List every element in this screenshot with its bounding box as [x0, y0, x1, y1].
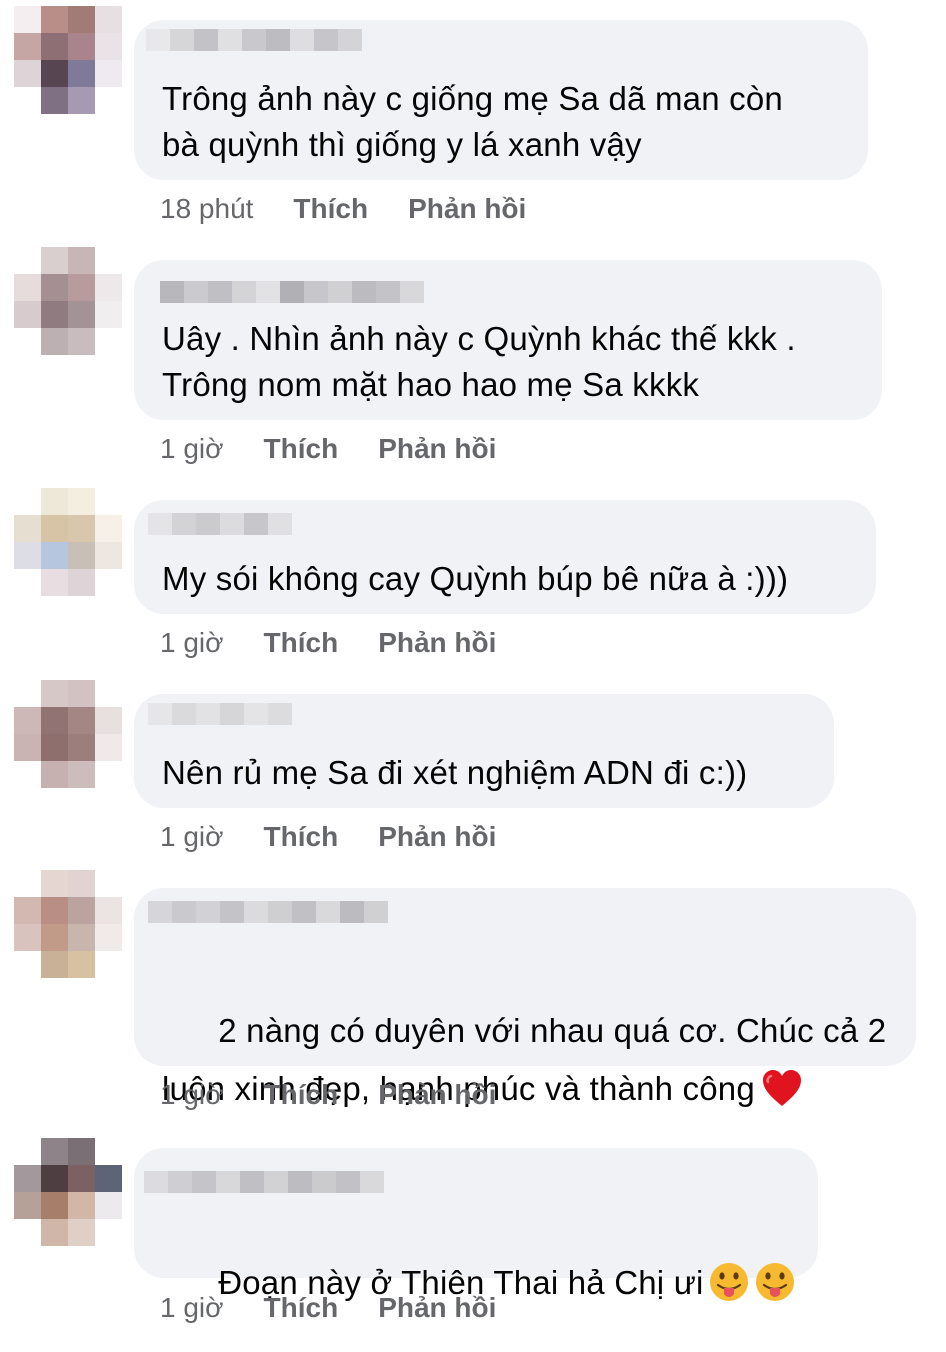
comment-bubble: Đoạn này ở Thiên Thai hả Chị ưi: [134, 1148, 818, 1301]
comment-time[interactable]: 1 giờ: [160, 432, 224, 466]
reply-button[interactable]: Phản hồi: [378, 432, 496, 466]
like-button[interactable]: Thích: [264, 432, 339, 466]
comment-bubble: Trông ảnh này c giống mẹ Sa dã man còn b…: [134, 20, 868, 180]
author-name-redacted[interactable]: [148, 504, 292, 544]
avatar[interactable]: [14, 488, 122, 596]
author-name-redacted[interactable]: [144, 1162, 384, 1202]
comment-text: 2 nàng có duyên với nhau quá cơ. Chúc cả…: [162, 1012, 887, 1107]
like-button[interactable]: Thích: [264, 1291, 339, 1325]
comment-time[interactable]: 1 giờ: [160, 1291, 224, 1325]
like-button[interactable]: Thích: [264, 626, 339, 660]
comment-text: Nên rủ mẹ Sa đi xét nghiệm ADN đi c:)): [162, 754, 748, 791]
tongue-face-icon: [709, 1263, 748, 1301]
comment-text: My sói không cay Quỳnh búp bê nữa à :))): [162, 560, 789, 597]
avatar[interactable]: [14, 6, 122, 114]
reply-button[interactable]: Phản hồi: [378, 820, 496, 854]
reply-button[interactable]: Phản hồi: [378, 1078, 496, 1112]
reply-button[interactable]: Phản hồi: [378, 1291, 496, 1325]
author-name-redacted[interactable]: [160, 272, 424, 312]
comment-bubble: Nên rủ mẹ Sa đi xét nghiệm ADN đi c:)): [134, 694, 834, 808]
author-name-redacted[interactable]: [148, 694, 292, 734]
comment-text: Đoạn này ở Thiên Thai hả Chị ưi: [162, 1214, 796, 1352]
reply-button[interactable]: Phản hồi: [408, 192, 526, 226]
author-name-redacted[interactable]: [148, 892, 388, 932]
comment-bubble: My sói không cay Quỳnh búp bê nữa à :))): [134, 500, 876, 614]
avatar[interactable]: [14, 870, 122, 978]
comment-time[interactable]: 18 phút: [160, 192, 253, 226]
comment-text: Trông ảnh này c giống mẹ Sa dã man còn b…: [162, 80, 783, 163]
avatar[interactable]: [14, 1138, 122, 1246]
comment-bubble: 2 nàng có duyên với nhau quá cơ. Chúc cả…: [134, 888, 916, 1107]
avatar[interactable]: [14, 247, 122, 355]
reply-button[interactable]: Phản hồi: [378, 626, 496, 660]
comment-time[interactable]: 1 giờ: [160, 1078, 224, 1112]
like-button[interactable]: Thích: [264, 820, 339, 854]
comment-time[interactable]: 1 giờ: [160, 626, 224, 660]
red-heart-icon: [762, 1070, 801, 1106]
avatar[interactable]: [14, 680, 122, 788]
author-name-redacted[interactable]: [146, 20, 362, 60]
tongue-face-icon: [755, 1263, 794, 1301]
comment-time[interactable]: 1 giờ: [160, 820, 224, 854]
like-button[interactable]: Thích: [293, 192, 368, 226]
comment-text: Uây . Nhìn ảnh này c Quỳnh khác thế kkk …: [162, 320, 796, 403]
like-button[interactable]: Thích: [264, 1078, 339, 1112]
comment-bubble: Uây . Nhìn ảnh này c Quỳnh khác thế kkk …: [134, 260, 882, 420]
